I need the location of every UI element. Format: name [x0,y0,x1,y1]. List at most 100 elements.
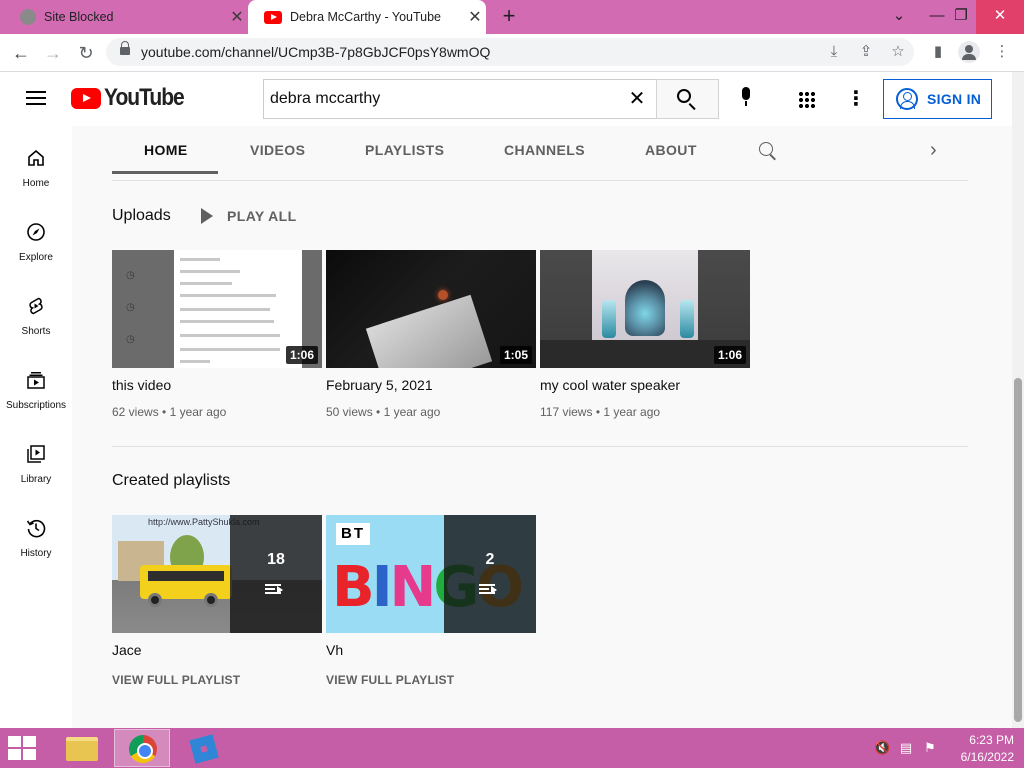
guide-item-shorts[interactable]: Shorts [0,296,72,370]
share-icon[interactable]: ⇪ [856,42,876,62]
upload-age: 1 year ago [169,405,227,419]
meta-separator: • [595,405,601,419]
active-tab-indicator [112,171,218,174]
new-tab-button[interactable]: + [496,4,522,30]
uploads-heading[interactable]: Uploads [112,207,171,225]
bookmark-star-icon[interactable]: ☆ [888,42,908,62]
playlist-thumbnail-2[interactable]: BT BINGO 2 [326,515,536,633]
guide-item-home[interactable]: Home [0,148,72,222]
video-thumbnail-1[interactable]: ◷ ◷ ◷ 1:06 [112,250,322,368]
chevron-right-icon[interactable]: › [930,140,948,160]
forward-button[interactable]: → [40,40,66,66]
apps-grid-icon[interactable] [798,91,816,109]
windows-start-icon[interactable] [8,736,38,760]
search-suggestions-screenshot [174,250,302,368]
speaker-muted-icon[interactable]: 🔇 [874,740,890,756]
roblox-taskbar-button[interactable] [176,729,232,767]
view-full-playlist-link[interactable]: VIEW FULL PLAYLIST [112,673,240,687]
subscriptions-icon [27,372,45,389]
globe-icon [20,9,36,25]
tab-channels[interactable]: CHANNELS [504,142,585,158]
close-tab-icon[interactable]: ✕ [464,7,486,27]
video-duration: 1:06 [285,346,318,364]
file-explorer-taskbar-button[interactable] [54,729,110,767]
network-icon[interactable]: ▤ [898,740,914,756]
action-center-flag-icon[interactable]: ⚑ [922,740,938,756]
video-thumbnail-3[interactable]: 1:06 [540,250,750,368]
guide-item-subscriptions[interactable]: Subscriptions [0,370,72,444]
browser-menu-icon[interactable]: ⋮ [992,42,1012,62]
tab-search-dropdown-icon[interactable]: ⌄ [878,0,920,34]
back-button[interactable]: ← [8,40,34,66]
reload-button[interactable]: ↻ [73,40,99,66]
play-icon[interactable] [201,208,213,224]
profile-avatar-icon[interactable] [958,41,980,63]
close-window-button[interactable]: ✕ [976,0,1024,34]
video-meta-3: 117 views • 1 year ago [540,405,660,419]
playlist-icon [265,584,283,594]
tab-playlists[interactable]: PLAYLISTS [365,142,444,158]
chrome-taskbar-button[interactable] [114,729,170,767]
suggestion-line [180,334,280,337]
suggestion-line [180,360,210,363]
tab-videos[interactable]: VIDEOS [250,142,305,158]
tab-youtube[interactable]: Debra McCarthy - YouTube ✕ [248,0,486,34]
view-full-playlist-link[interactable]: VIEW FULL PLAYLIST [326,673,454,687]
history-icon [26,519,46,538]
url-text[interactable]: youtube.com/channel/UCmp3B-7p8GbJCF0psY8… [141,44,490,60]
shorts-icon [29,297,43,315]
playlist-icon [479,584,497,594]
playlist-count-overlay: 18 [230,515,322,633]
search-input[interactable] [270,88,620,110]
thumbnail-paper-shape [365,294,493,368]
youtube-logo-text[interactable]: YouTube [104,84,185,112]
compass-icon [27,223,45,241]
video-meta-2: 50 views • 1 year ago [326,405,440,419]
history-icon: ◷ [126,302,135,313]
channel-search-icon[interactable] [759,142,773,156]
video-title-1[interactable]: this video [112,377,171,393]
chrome-icon [129,735,157,763]
clock-date[interactable]: 6/16/2022 [950,750,1014,764]
clock-time[interactable]: 6:23 PM [950,733,1014,747]
thumbnail-light [438,290,448,300]
more-options-icon[interactable]: ⋮ [846,88,866,110]
hamburger-menu-icon[interactable] [26,91,46,105]
video-thumbnail-2[interactable]: 1:05 [326,250,536,368]
view-count: 50 views [326,405,373,419]
guide-label: Explore [19,252,53,263]
download-icon[interactable]: ⤓ [824,42,844,62]
play-all-button[interactable]: PLAY ALL [227,208,297,224]
video-title-2[interactable]: February 5, 2021 [326,377,433,393]
lock-icon[interactable] [120,41,130,55]
history-icon: ◷ [126,270,135,281]
guide-item-library[interactable]: Library [0,444,72,518]
side-panel-icon[interactable]: ▮ [928,42,948,62]
tab-about[interactable]: ABOUT [645,142,697,158]
clear-search-icon[interactable]: ✕ [626,88,648,110]
sign-in-button[interactable]: SIGN IN [883,79,992,119]
playlist-title-1[interactable]: Jace [112,642,142,658]
guide-label: Shorts [21,326,51,337]
guide-item-explore[interactable]: Explore [0,222,72,296]
tab-home[interactable]: HOME [144,142,188,158]
side-speaker-shape [680,300,694,338]
video-title-3[interactable]: my cool water speaker [540,377,680,393]
tab-site-blocked[interactable]: Site Blocked ✕ [4,0,248,34]
microphone-icon[interactable] [740,87,752,106]
side-speaker-shape [602,300,616,338]
video-duration: 1:05 [499,346,532,364]
close-tab-icon[interactable]: ✕ [226,7,248,27]
guide-item-history[interactable]: History [0,518,72,592]
video-meta-1: 62 views • 1 year ago [112,405,226,419]
search-icon [677,89,691,103]
view-count: 117 views [540,405,593,419]
created-playlists-heading[interactable]: Created playlists [112,472,230,490]
scrollbar-thumb[interactable] [1014,378,1022,722]
playlist-title-2[interactable]: Vh [326,642,343,658]
guide-label: Subscriptions [5,400,67,411]
youtube-logo-icon[interactable] [71,88,101,109]
suggestion-line [180,348,280,351]
bus-wheel [204,593,218,607]
playlist-thumbnail-1[interactable]: http://www.PattyShukla.com 18 [112,515,322,633]
